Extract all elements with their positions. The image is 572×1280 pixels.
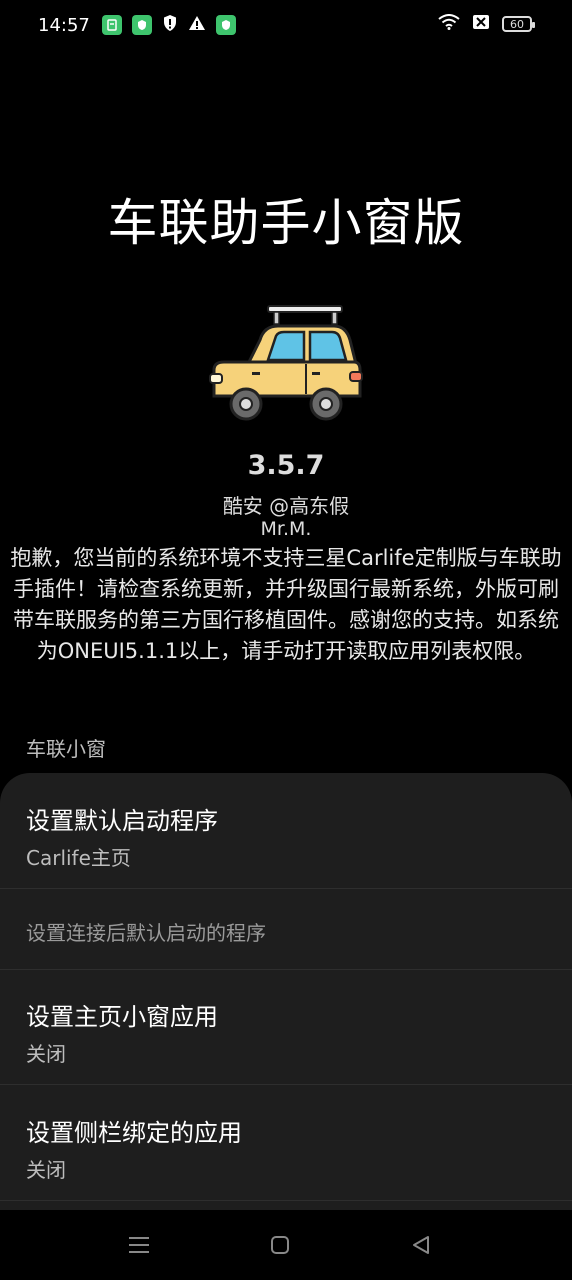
compatibility-notice: 抱歉，您当前的系统环境不支持三星Carlife定制版与车联助手插件！请检查系统更…	[10, 546, 562, 663]
app-author: 酷安 @高东假	[222, 494, 350, 518]
no-sim-icon	[472, 14, 490, 34]
section-header: 车联小窗	[26, 737, 106, 761]
status-icons-left	[102, 14, 236, 36]
app-version: 3.5.7	[247, 450, 325, 481]
battery-icon: 60	[502, 16, 535, 32]
back-icon[interactable]	[406, 1230, 436, 1260]
setting-title: 设置侧栏绑定的应用	[26, 1119, 242, 1147]
setting-default-launch-app[interactable]: 设置默认启动程序 Carlife主页	[0, 801, 572, 871]
setting-title: 设置主页小窗应用	[26, 1003, 218, 1031]
setting-hint: 设置连接后默认启动的程序	[26, 921, 266, 945]
shield-icon	[216, 15, 236, 35]
setting-value: 关闭	[26, 1158, 66, 1182]
warning-icon	[188, 15, 206, 35]
home-icon[interactable]	[265, 1230, 295, 1260]
divider	[0, 969, 572, 970]
status-time: 14:57	[38, 15, 90, 36]
status-bar: 14:57 60	[0, 0, 572, 52]
app-notification-icon	[102, 15, 122, 35]
app-author-secondary: Mr.M.	[260, 518, 312, 540]
shield-icon	[132, 15, 152, 35]
setting-title: 设置默认启动程序	[26, 807, 218, 835]
shield-outline-icon	[162, 14, 178, 36]
menu-icon[interactable]	[124, 1230, 154, 1260]
setting-value: 关闭	[26, 1042, 66, 1066]
setting-value: Carlife主页	[26, 846, 131, 870]
divider	[0, 1084, 572, 1085]
setting-sidebar-bound-app[interactable]: 设置侧栏绑定的应用 关闭	[0, 1113, 572, 1183]
car-icon	[209, 305, 363, 421]
settings-card: 设置默认启动程序 Carlife主页 设置连接后默认启动的程序 设置主页小窗应用…	[0, 773, 572, 1233]
wifi-icon	[438, 14, 460, 34]
setting-home-floating-app[interactable]: 设置主页小窗应用 关闭	[0, 997, 572, 1067]
divider	[0, 888, 572, 889]
divider	[0, 1200, 572, 1201]
status-icons-right: 60	[438, 14, 535, 34]
navigation-bar	[0, 1210, 572, 1280]
app-title: 车联助手小窗版	[107, 194, 465, 252]
